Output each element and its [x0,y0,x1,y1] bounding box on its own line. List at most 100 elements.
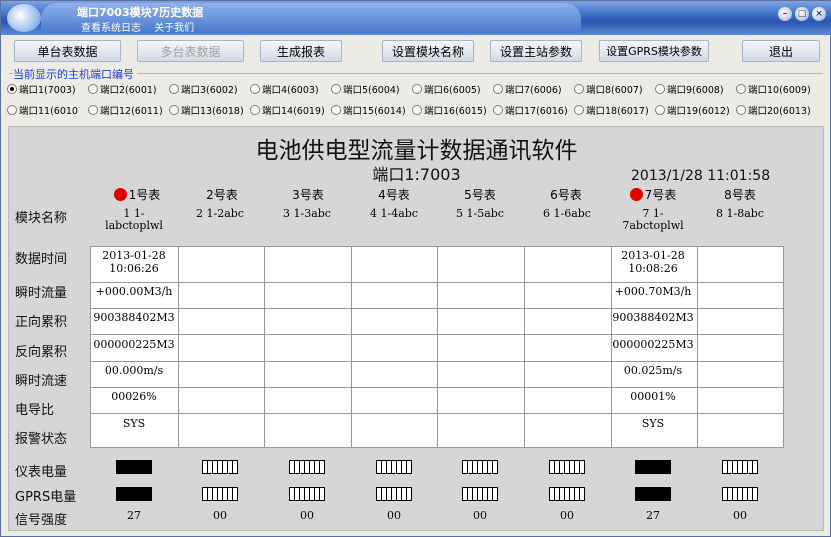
port-radio-2[interactable]: 端口2(6001) [88,82,157,96]
gprs-battery-icon [462,487,498,501]
radio-icon[interactable] [493,105,503,115]
title-bar[interactable]: 端口7003模块7历史数据 查看系统日志 关于我们 – □ × [1,1,831,35]
cell-alarm: SYS [641,417,665,430]
radio-icon[interactable] [250,84,260,94]
meter-header-6[interactable]: 6号表 [523,186,609,203]
generate-report-button[interactable]: 生成报表 [260,40,342,62]
port-radio-19[interactable]: 端口19(6012) [655,103,730,117]
cell-forward-total: 900388402M3 [93,311,175,324]
meter-header-5[interactable]: 5号表 [437,186,523,203]
set-module-name-button[interactable]: 设置模块名称 [382,40,474,62]
radio-icon[interactable] [574,84,584,94]
row-label-module-name: 模块名称 [15,211,68,226]
radio-icon[interactable] [88,84,98,94]
port-radio-5[interactable]: 端口5(6004) [331,82,400,96]
grid-column-divider [351,247,352,447]
port-radio-4[interactable]: 端口4(6003) [250,82,319,96]
radio-icon[interactable] [88,105,98,115]
meter-battery-icon [635,460,671,474]
minimize-icon[interactable]: – [778,7,792,21]
row-label-instant-speed: 瞬时流速 [15,374,68,389]
port-radio-14[interactable]: 端口14(6019) [250,103,325,117]
port-radio-15[interactable]: 端口15(6014) [331,103,406,117]
radio-icon[interactable] [655,105,665,115]
port-radio-8[interactable]: 端口8(6007) [574,82,643,96]
port-radio-11[interactable]: 端口11(6010 [7,103,78,117]
radio-icon[interactable] [169,105,179,115]
exit-button[interactable]: 退出 [742,40,820,62]
cell-instant-speed: 00.000m/s [104,364,164,377]
radio-icon[interactable] [655,84,665,94]
port-radio-16[interactable]: 端口16(6015) [412,103,487,117]
port-radio-20[interactable]: 端口20(6013) [736,103,811,117]
radio-icon[interactable] [574,105,584,115]
meter-header-1[interactable]: 1号表 [94,186,180,203]
port-radio-13[interactable]: 端口13(6018) [169,103,244,117]
grid-column-divider [178,247,179,447]
row-label-gprs-power: GPRS电量 [15,490,77,505]
meter-header-8[interactable]: 8号表 [697,186,783,203]
gprs-battery-icon [722,487,758,501]
close-icon[interactable]: × [812,7,826,21]
port-radio-7[interactable]: 端口7(6006) [493,82,562,96]
module-name: 2 1-2abc [196,207,244,220]
port-label: 端口2(6001) [100,85,157,96]
row-label-alarm: 报警状态 [15,432,68,447]
port-radio-1[interactable]: 端口1(7003) [7,82,76,96]
gprs-battery-icon [202,487,238,501]
set-gprs-params-button[interactable]: 设置GPRS模块参数 [599,40,709,62]
meter-header-label: 5号表 [464,188,496,202]
grid-row-divider [91,413,783,414]
radio-icon[interactable] [736,84,746,94]
meter-battery-icon [202,460,238,474]
meter-header-label: 3号表 [292,188,324,202]
signal-strength: 27 [127,509,141,522]
cell-instant-flow: +000.00M3/h [95,285,173,298]
radio-icon[interactable] [7,105,17,115]
port-radio-9[interactable]: 端口9(6008) [655,82,724,96]
port-radio-3[interactable]: 端口3(6002) [169,82,238,96]
signal-strength: 27 [646,509,660,522]
signal-strength: 00 [387,509,401,522]
gprs-battery-icon [289,487,325,501]
port-radio-10[interactable]: 端口10(6009) [736,82,811,96]
port-label: 端口6(6005) [424,85,481,96]
cell-reverse-total: 000000225M3 [93,338,175,351]
radio-icon[interactable] [250,105,260,115]
meter-battery-icon [722,460,758,474]
restore-icon[interactable]: □ [795,7,809,21]
single-meter-button[interactable]: 单台表数据 [14,40,121,62]
radio-icon[interactable] [7,84,17,94]
grid-row-divider [91,334,783,335]
port-radio-17[interactable]: 端口17(6016) [493,103,568,117]
port-label: 端口17(6016) [505,106,568,117]
radio-icon[interactable] [331,105,341,115]
menu-item-system-log[interactable]: 查看系统日志 [81,23,141,34]
gprs-battery-icon [549,487,585,501]
row-label-data-time: 数据时间 [15,252,68,267]
set-master-station-button[interactable]: 设置主站参数 [490,40,582,62]
status-dot-icon [629,188,643,201]
radio-icon[interactable] [331,84,341,94]
meter-header-2[interactable]: 2号表 [179,186,265,203]
radio-icon[interactable] [412,84,422,94]
port-radio-18[interactable]: 端口18(6017) [574,103,649,117]
signal-strength: 00 [213,509,227,522]
radio-icon[interactable] [412,105,422,115]
multi-meter-button[interactable]: 多台表数据 [137,40,244,62]
module-name: 3 1-3abc [283,207,331,220]
port-label: 端口5(6004) [343,85,400,96]
meter-header-7[interactable]: 7号表 [610,186,696,203]
menu-item-about[interactable]: 关于我们 [154,23,194,34]
radio-icon[interactable] [493,84,503,94]
port-label: 端口11(6010 [19,106,78,117]
port-radio-12[interactable]: 端口12(6011) [88,103,163,117]
grid-row-divider [91,308,783,309]
app-logo-icon [7,4,41,32]
radio-icon[interactable] [736,105,746,115]
window-controls: – □ × [778,7,826,21]
meter-header-4[interactable]: 4号表 [351,186,437,203]
port-radio-6[interactable]: 端口6(6005) [412,82,481,96]
meter-header-3[interactable]: 3号表 [265,186,351,203]
radio-icon[interactable] [169,84,179,94]
